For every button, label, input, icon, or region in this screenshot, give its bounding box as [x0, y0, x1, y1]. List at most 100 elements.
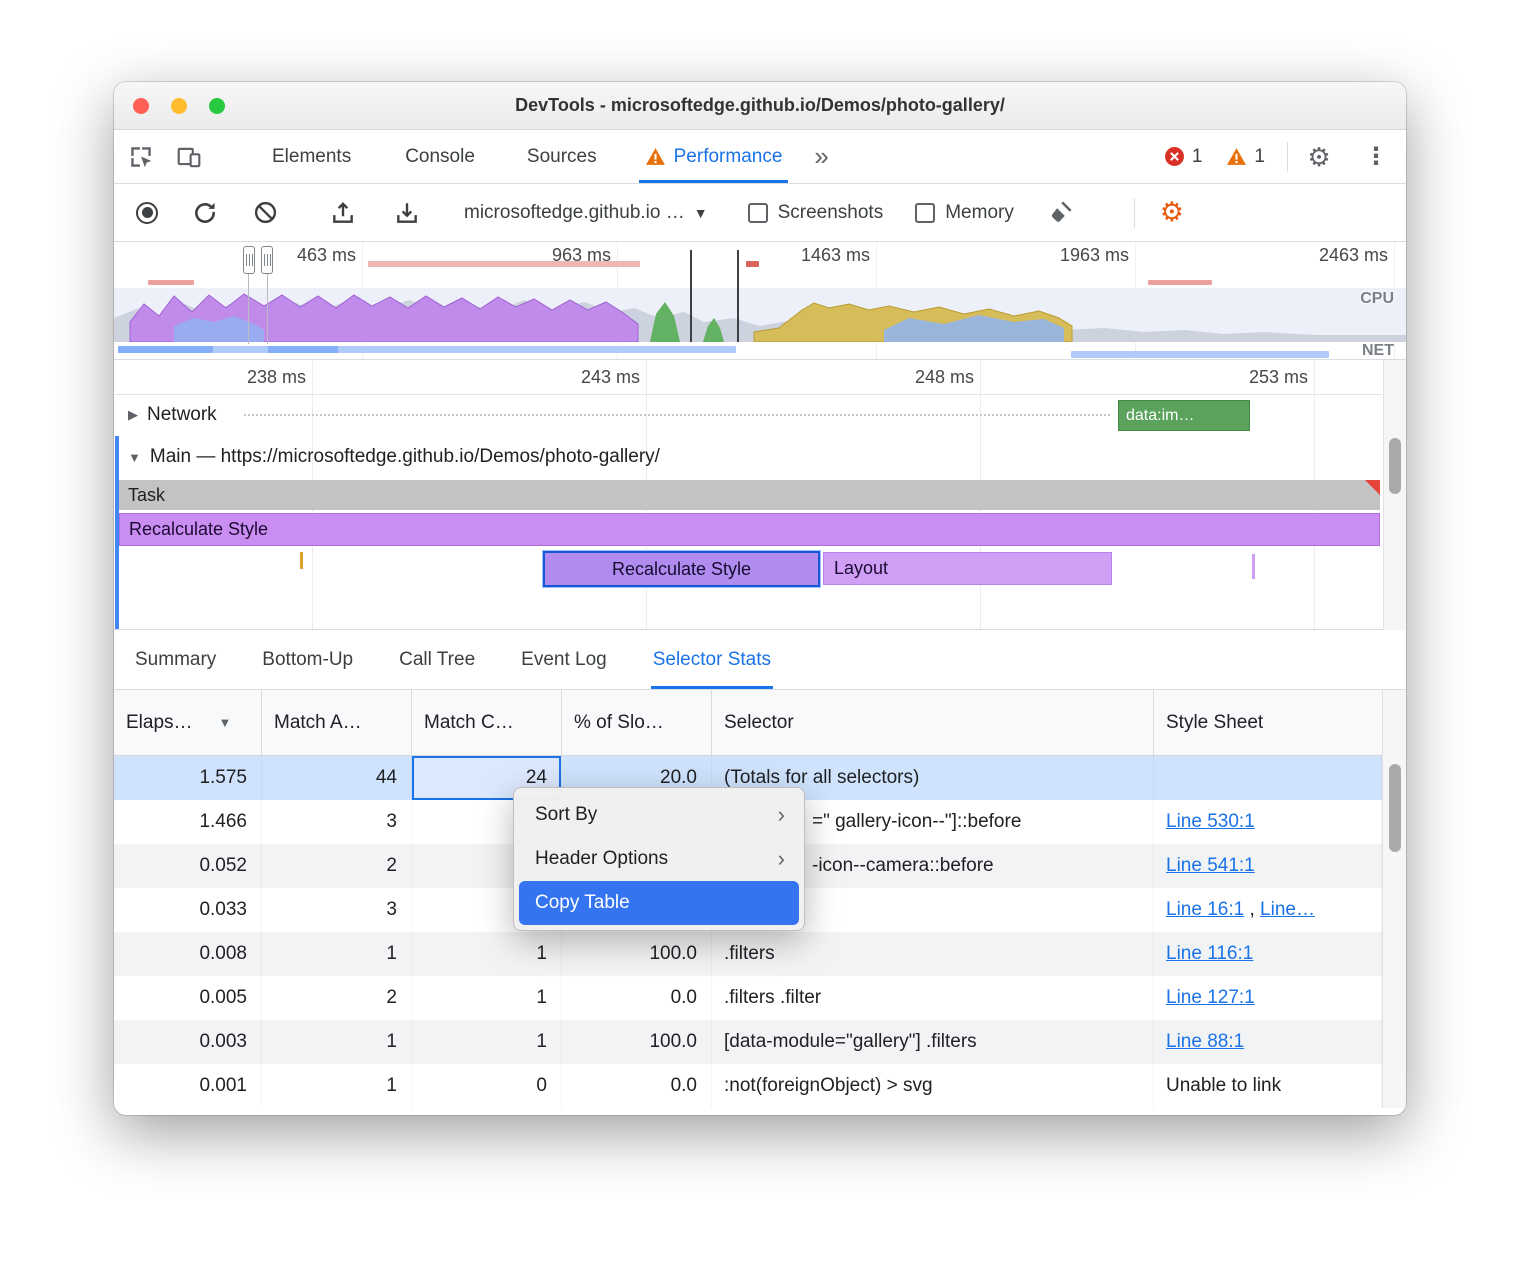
tab-selector-stats[interactable]: Selector Stats	[651, 630, 773, 689]
reload-and-record-button[interactable]	[190, 198, 220, 228]
selection-right-handle[interactable]	[261, 246, 273, 274]
task-event-bar[interactable]: Task	[119, 480, 1380, 510]
table-scrollbar-thumb[interactable]	[1389, 764, 1401, 852]
style-sheet-link[interactable]: Line 127:1	[1166, 987, 1255, 1008]
cell-match-attempts[interactable]: 2	[262, 844, 412, 888]
collect-garbage-icon[interactable]	[1046, 198, 1076, 228]
cell-match-attempts[interactable]: 1	[262, 1020, 412, 1064]
network-track-header[interactable]: ▶ Network	[128, 404, 217, 426]
bottom-tab-bar: Summary Bottom-Up Call Tree Event Log Se…	[114, 630, 1406, 690]
record-button[interactable]	[136, 202, 158, 224]
event-tick[interactable]	[1252, 554, 1255, 579]
main-track-header[interactable]: ▼ Main — https://microsoftedge.github.io…	[128, 446, 660, 468]
style-sheet-link[interactable]: Line 16:1	[1166, 899, 1244, 920]
cell-match-attempts[interactable]: 3	[262, 888, 412, 932]
table-row[interactable]: 0.003 1 1 100.0 [data-module="gallery"] …	[114, 1020, 1382, 1064]
settings-gear-icon[interactable]: ⚙	[1304, 142, 1334, 172]
flame-chart[interactable]: 238 ms 243 ms 248 ms 253 ms ▶ Network da…	[114, 360, 1406, 630]
clear-recording-icon[interactable]	[250, 198, 280, 228]
recalculate-style-bar[interactable]: Recalculate Style	[119, 513, 1380, 546]
table-row[interactable]: 0.008 1 1 100.0 .filters Line 116:1	[114, 932, 1382, 976]
network-request-chip[interactable]: data:im…	[1118, 400, 1250, 431]
cell-elapsed[interactable]: 0.033	[114, 888, 262, 932]
cell-pct-slow[interactable]: 100.0	[562, 932, 712, 976]
cell-elapsed[interactable]: 0.001	[114, 1064, 262, 1108]
error-badge[interactable]: 1	[1164, 146, 1203, 168]
menu-item-header-options[interactable]: Header Options ›	[519, 837, 799, 881]
style-sheet-link[interactable]: Line 541:1	[1166, 855, 1255, 876]
menu-item-sort-by-label: Sort By	[535, 804, 597, 826]
cell-elapsed[interactable]: 1.575	[114, 756, 262, 800]
tab-summary[interactable]: Summary	[133, 630, 218, 689]
tab-elements[interactable]: Elements	[266, 130, 357, 183]
cell-elapsed[interactable]: 0.052	[114, 844, 262, 888]
tab-console[interactable]: Console	[399, 130, 481, 183]
cell-style-sheet: Line 116:1	[1154, 932, 1382, 976]
column-header-match-count[interactable]: Match C…	[412, 690, 562, 755]
tab-event-log[interactable]: Event Log	[519, 630, 609, 689]
tab-sources[interactable]: Sources	[521, 130, 603, 183]
table-scrollbar[interactable]	[1382, 690, 1406, 1108]
minimize-window-button[interactable]	[171, 98, 187, 114]
table-row[interactable]: 0.005 2 1 0.0 .filters .filter Line 127:…	[114, 976, 1382, 1020]
load-profile-icon[interactable]	[328, 198, 358, 228]
cell-match-count[interactable]: 0	[412, 1064, 562, 1108]
cell-pct-slow[interactable]: 100.0	[562, 1020, 712, 1064]
column-header-pct-slow[interactable]: % of Slo…	[562, 690, 712, 755]
timeline-overview[interactable]: 463 ms 963 ms 1463 ms 1963 ms 2463 ms CP…	[114, 242, 1406, 360]
profile-select[interactable]: microsoftedge.github.io … ▼	[464, 202, 708, 224]
network-activity-bar	[1071, 351, 1329, 358]
tab-bottom-up[interactable]: Bottom-Up	[260, 630, 355, 689]
cell-elapsed[interactable]: 0.008	[114, 932, 262, 976]
recalculate-style-selected-bar[interactable]: Recalculate Style	[543, 551, 820, 587]
cell-match-count[interactable]: 1	[412, 932, 562, 976]
device-toolbar-icon[interactable]	[174, 142, 204, 172]
cell-match-attempts[interactable]: 44	[262, 756, 412, 800]
inspect-element-icon[interactable]	[126, 142, 156, 172]
cell-pct-slow[interactable]: 0.0	[562, 976, 712, 1020]
more-options-icon[interactable]: ⋮	[1364, 142, 1388, 171]
cell-match-attempts[interactable]: 1	[262, 932, 412, 976]
cell-match-count[interactable]: 1	[412, 976, 562, 1020]
close-window-button[interactable]	[133, 98, 149, 114]
column-header-elapsed[interactable]: Elaps… ▼	[114, 690, 262, 755]
flame-scrollbar[interactable]	[1383, 360, 1406, 630]
cell-pct-slow[interactable]: 0.0	[562, 1064, 712, 1108]
flame-tick: 248 ms	[874, 367, 974, 388]
column-header-selector[interactable]: Selector	[712, 690, 1154, 755]
flame-scrollbar-thumb[interactable]	[1389, 438, 1401, 494]
cell-elapsed[interactable]: 0.005	[114, 976, 262, 1020]
table-row[interactable]: 0.001 1 0 0.0 :not(foreignObject) > svg …	[114, 1064, 1382, 1108]
zoom-window-button[interactable]	[209, 98, 225, 114]
column-header-match-attempts[interactable]: Match A…	[262, 690, 412, 755]
cell-elapsed[interactable]: 1.466	[114, 800, 262, 844]
cell-elapsed[interactable]: 0.003	[114, 1020, 262, 1064]
screenshots-checkbox[interactable]	[748, 203, 768, 223]
cell-selector[interactable]: :not(foreignObject) > svg	[712, 1064, 1154, 1108]
menu-item-copy-table[interactable]: Copy Table	[519, 881, 799, 925]
layout-event-bar[interactable]: Layout	[823, 552, 1112, 585]
cell-selector[interactable]: .filters .filter	[712, 976, 1154, 1020]
event-tick[interactable]	[300, 552, 303, 569]
tab-call-tree[interactable]: Call Tree	[397, 630, 477, 689]
cell-selector[interactable]: .filters	[712, 932, 1154, 976]
column-header-style-sheet[interactable]: Style Sheet	[1154, 690, 1382, 755]
cell-match-attempts[interactable]: 1	[262, 1064, 412, 1108]
cell-selector[interactable]: [data-module="gallery"] .filters	[712, 1020, 1154, 1064]
style-sheet-link[interactable]: Line…	[1260, 899, 1315, 920]
memory-checkbox[interactable]	[915, 203, 935, 223]
warning-badge[interactable]: 1	[1226, 146, 1265, 168]
submenu-arrow-icon: ›	[778, 848, 785, 870]
cell-match-attempts[interactable]: 3	[262, 800, 412, 844]
more-tabs-icon[interactable]: »	[814, 141, 828, 172]
style-sheet-link[interactable]: Line 530:1	[1166, 811, 1255, 832]
style-sheet-link[interactable]: Line 88:1	[1166, 1031, 1244, 1052]
tab-performance[interactable]: Performance	[639, 130, 789, 183]
cell-match-count[interactable]: 1	[412, 1020, 562, 1064]
save-profile-icon[interactable]	[392, 198, 422, 228]
cell-match-attempts[interactable]: 2	[262, 976, 412, 1020]
menu-item-sort-by[interactable]: Sort By ›	[519, 793, 799, 837]
style-sheet-link[interactable]: Line 116:1	[1166, 943, 1253, 964]
capture-settings-gear-icon[interactable]: ⚙	[1157, 198, 1187, 228]
selection-left-handle[interactable]	[243, 246, 255, 274]
